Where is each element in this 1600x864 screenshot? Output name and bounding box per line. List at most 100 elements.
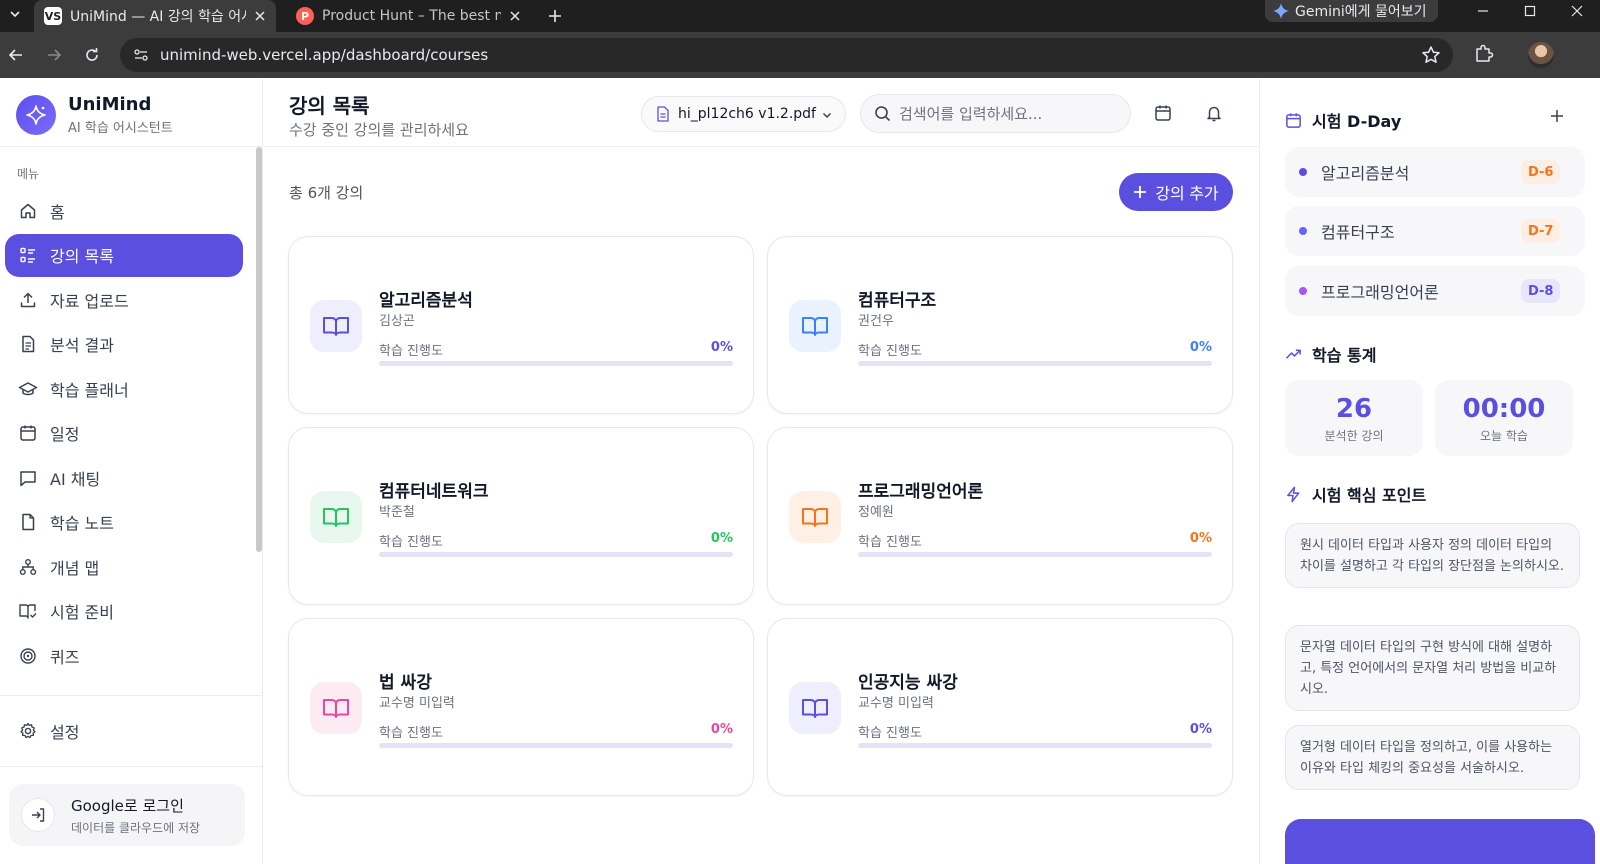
key-point-card[interactable]: 원시 데이터 타입과 사용자 정의 데이터 타입의 차이를 설명하고 각 타입의… — [1285, 523, 1580, 588]
sidebar-item-label: 자료 업로드 — [50, 291, 129, 311]
sidebar-item-notes[interactable]: 학습 노트 — [5, 501, 243, 544]
progress-bar — [379, 361, 733, 366]
course-card[interactable]: 알고리즘분석 김상곤 학습 진행도 0% — [288, 236, 754, 414]
upload-icon — [18, 290, 38, 310]
brand-name: UniMind — [68, 94, 152, 115]
course-card[interactable]: 프로그래밍언어론 정예원 학습 진행도 0% — [767, 427, 1233, 605]
minimize-icon[interactable] — [1460, 0, 1506, 22]
tab-search-icon[interactable] — [2, 3, 28, 25]
progress-label: 학습 진행도 — [858, 726, 922, 741]
new-tab-button[interactable] — [543, 4, 567, 28]
course-card[interactable]: 컴퓨터네트워크 박준철 학습 진행도 0% — [288, 427, 754, 605]
course-title: 컴퓨터네트워크 — [379, 482, 489, 502]
dday-item[interactable]: 알고리즘분석 D-6 — [1285, 147, 1585, 197]
maximize-icon[interactable] — [1507, 0, 1553, 22]
list-icon — [18, 245, 38, 265]
progress-label: 학습 진행도 — [379, 344, 443, 359]
sidebar-item-label: 퀴즈 — [50, 647, 80, 667]
sidebar-item-settings[interactable]: 설정 — [5, 709, 243, 752]
search-box[interactable] — [860, 94, 1131, 133]
network-icon — [18, 557, 38, 577]
stat-label: 오늘 학습 — [1480, 429, 1528, 443]
target-icon — [18, 646, 38, 666]
close-window-icon[interactable] — [1554, 0, 1600, 22]
sidebar-item-label: 학습 노트 — [50, 514, 114, 533]
progress-value: 0% — [1189, 722, 1212, 737]
dday-title: 시험 D-Day — [1312, 112, 1402, 131]
progress-value: 0% — [710, 531, 733, 546]
sidebar-scrollbar[interactable] — [256, 147, 262, 695]
address-bar[interactable]: unimind-web.vercel.app/dashboard/courses — [120, 38, 1453, 72]
course-title: 프로그래밍언어론 — [858, 482, 984, 502]
browser-tab-bar: VS UniMind — AI 강의 학습 어시스턴트 P Product Hu… — [0, 0, 1600, 32]
progress-value: 0% — [710, 722, 733, 737]
right-panel: 시험 D-Day 알고리즘분석 D-6 컴퓨터구조 D-7 프로그래밍언어론 D… — [1259, 79, 1600, 864]
browser-tab-unimind[interactable]: VS UniMind — AI 강의 학습 어시스턴트 — [34, 0, 276, 32]
course-count: 총 6개 강의 — [289, 184, 364, 202]
key-point-card[interactable]: 열거형 데이터 타입을 정의하고, 이를 사용하는 이유와 타입 체킹의 중요성… — [1285, 725, 1580, 790]
reload-icon[interactable] — [80, 43, 104, 67]
brand-subtitle: AI 학습 어시스턴트 — [68, 121, 173, 136]
sidebar-item-concept-map[interactable]: 개념 맵 — [5, 545, 243, 588]
book-icon — [310, 491, 362, 543]
divider — [0, 146, 262, 147]
login-subtitle: 데이터를 클라우드에 저장 — [71, 820, 201, 835]
progress-label: 학습 진행도 — [858, 344, 922, 359]
progress-value: 0% — [1189, 531, 1212, 546]
sidebar-item-planner[interactable]: 학습 플래너 — [5, 367, 243, 410]
sidebar-item-label: 개념 맵 — [50, 558, 100, 578]
sidebar-item-home[interactable]: 홈 — [5, 189, 243, 232]
producthunt-favicon-icon: P — [296, 7, 314, 25]
add-course-button[interactable]: 강의 추가 — [1119, 173, 1233, 211]
browser-tab-producthunt[interactable]: P Product Hunt – The best new products — [286, 0, 531, 32]
course-card[interactable]: 컴퓨터구조 권건우 학습 진행도 0% — [767, 236, 1233, 414]
sidebar-item-quiz[interactable]: 퀴즈 — [5, 634, 243, 677]
profile-avatar[interactable] — [1528, 42, 1554, 68]
sidebar-item-ai-chat[interactable]: AI 채팅 — [5, 456, 243, 499]
close-tab-icon[interactable] — [254, 10, 266, 22]
dday-item[interactable]: 프로그래밍언어론 D-8 — [1285, 266, 1585, 316]
note-icon — [18, 512, 38, 532]
course-professor: 교수명 미입력 — [379, 696, 455, 711]
trending-up-icon — [1285, 346, 1302, 363]
dday-course-name: 프로그래밍언어론 — [1321, 283, 1439, 302]
back-arrow-icon[interactable] — [4, 43, 28, 67]
close-tab-icon[interactable] — [509, 10, 521, 22]
chevron-down-icon — [821, 109, 833, 121]
calendar-icon[interactable] — [1154, 104, 1174, 124]
sidebar-item-upload[interactable]: 자료 업로드 — [5, 278, 243, 321]
add-dday-button[interactable] — [1550, 109, 1564, 123]
course-professor: 권건우 — [858, 314, 894, 329]
cta-button[interactable] — [1285, 819, 1595, 864]
extensions-puzzle-icon[interactable] — [1473, 43, 1495, 65]
progress-value: 0% — [710, 340, 733, 355]
bell-icon[interactable] — [1205, 104, 1225, 124]
scrollbar-thumb[interactable] — [256, 147, 262, 552]
file-select-dropdown[interactable]: hi_pl12ch6 v1.2.pdf — [641, 96, 846, 132]
site-info-icon[interactable] — [130, 44, 152, 66]
dday-item[interactable]: 컴퓨터구조 D-7 — [1285, 206, 1585, 256]
search-input[interactable] — [899, 104, 1119, 123]
sidebar-item-analysis[interactable]: 분석 결과 — [5, 323, 243, 366]
course-card[interactable]: 인공지능 싸강 교수명 미입력 학습 진행도 0% — [767, 618, 1233, 796]
bookmark-star-icon[interactable] — [1421, 45, 1441, 65]
forward-arrow-icon[interactable] — [42, 43, 66, 67]
course-card[interactable]: 법 싸강 교수명 미입력 학습 진행도 0% — [288, 618, 754, 796]
key-point-text: 문자열 데이터 타입의 구현 방식에 대해 설명하고, 특정 언어에서의 문자열… — [1300, 640, 1557, 697]
sidebar-item-courses[interactable]: 강의 목록 — [5, 233, 243, 277]
brand[interactable]: UniMind AI 학습 어시스턴트 — [16, 94, 173, 136]
status-dot — [1299, 227, 1307, 235]
status-dot — [1299, 287, 1307, 295]
add-course-label: 강의 추가 — [1155, 186, 1219, 203]
progress-bar — [858, 552, 1212, 557]
sidebar-item-label: 일정 — [50, 425, 80, 444]
dday-badge: D-6 — [1521, 160, 1561, 184]
sidebar-item-schedule[interactable]: 일정 — [5, 412, 243, 455]
book-icon — [310, 682, 362, 734]
key-point-card[interactable]: 문자열 데이터 타입의 구현 방식에 대해 설명하고, 특정 언어에서의 문자열… — [1285, 625, 1580, 711]
google-login-button[interactable]: Google로 로그인 데이터를 클라우드에 저장 — [9, 784, 245, 846]
points-section-header: 시험 핵심 포인트 — [1285, 482, 1426, 506]
gemini-button[interactable]: Gemini에게 물어보기 — [1265, 0, 1439, 22]
stat-label: 분석한 강의 — [1324, 429, 1384, 443]
sidebar-item-exam-prep[interactable]: 시험 준비 — [5, 590, 243, 633]
